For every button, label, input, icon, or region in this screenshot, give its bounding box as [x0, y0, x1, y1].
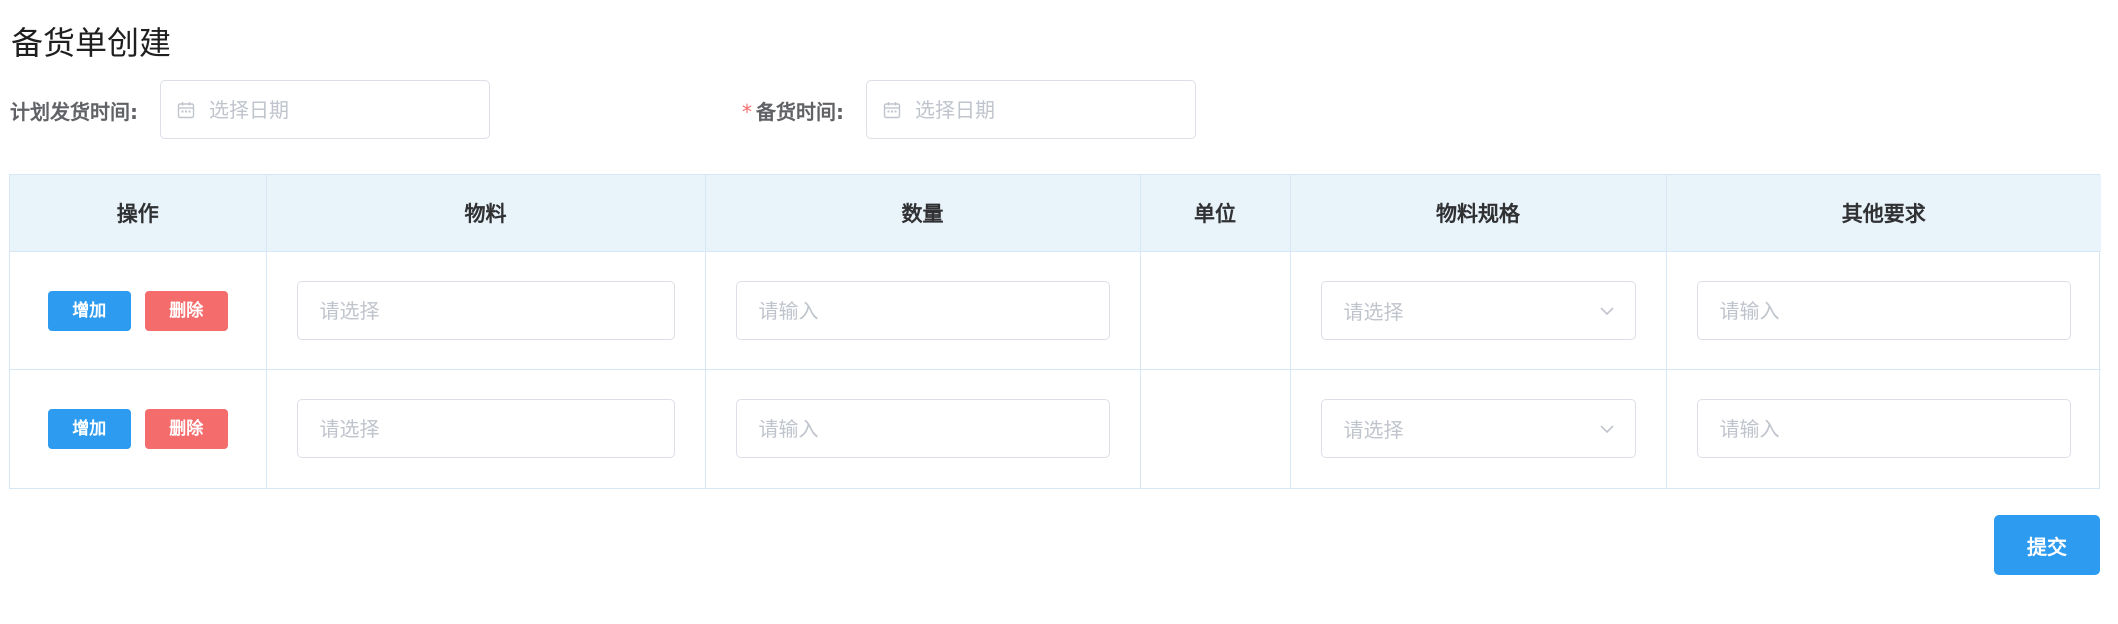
stock-date-input[interactable] [913, 96, 1177, 123]
material-cell [266, 369, 706, 488]
column-header-material: 物料 [266, 175, 706, 252]
operation-cell: 增加 删除 [10, 251, 267, 370]
column-header-operation: 操作 [10, 175, 267, 252]
submit-button[interactable]: 提交 [1994, 515, 2100, 575]
quantity-cell [705, 369, 1141, 488]
spec-cell: 请选择 [1290, 369, 1667, 488]
add-row-button[interactable]: 增加 [47, 408, 131, 449]
spec-select[interactable]: 请选择 [1320, 281, 1636, 340]
column-header-quantity: 数量 [705, 175, 1141, 252]
quantity-cell [705, 251, 1141, 370]
stock-date-label-wrap: * 备货时间: [742, 80, 844, 141]
operation-cell: 增加 删除 [10, 369, 267, 488]
spec-select[interactable]: 请选择 [1320, 399, 1636, 459]
calendar-icon [883, 101, 901, 119]
other-cell [1666, 369, 2101, 488]
add-row-button[interactable]: 增加 [47, 290, 131, 331]
required-mark: * [742, 100, 752, 124]
quantity-input[interactable] [735, 281, 1110, 340]
page-title: 备货单创建 [11, 24, 172, 62]
spec-select-placeholder: 请选择 [1343, 300, 1404, 324]
chevron-down-icon [1599, 421, 1615, 437]
other-requirements-input[interactable] [1696, 399, 2071, 459]
stock-date-label-text: 备货时间: [756, 100, 844, 124]
column-header-unit: 单位 [1140, 175, 1291, 252]
material-select-input[interactable] [296, 399, 675, 459]
plan-date-label: 计划发货时间: [10, 100, 138, 124]
table-row: 增加 删除 请选择 [10, 251, 2101, 370]
material-table: 操作 物料 数量 单位 物料规格 其他要求 增加 删除 请选择 请输入 请选择 … [9, 174, 2101, 489]
spec-select-placeholder: 请选择 [1343, 418, 1404, 443]
material-select-input[interactable] [296, 281, 675, 340]
delete-row-button[interactable]: 删除 [144, 408, 228, 449]
spec-cell: 请选择 [1290, 251, 1667, 370]
other-requirements-input[interactable] [1696, 281, 2071, 340]
plan-date-picker[interactable] [160, 80, 490, 139]
chevron-down-icon [1599, 303, 1615, 319]
unit-cell [1140, 369, 1291, 488]
filter-row: 计划发货时间: *备货时间: [0, 80, 2118, 141]
stock-date-picker[interactable] [866, 80, 1196, 139]
column-header-other: 其他要求 [1666, 175, 2101, 252]
table-header-row: 操作 物料 数量 单位 物料规格 其他要求 [10, 175, 2101, 252]
plan-date-label-wrap: 计划发货时间: [10, 80, 138, 141]
quantity-input[interactable] [735, 399, 1110, 459]
stock-date-label: * 备货时间: [742, 96, 844, 125]
calendar-icon [177, 101, 195, 119]
material-cell [266, 251, 706, 370]
unit-cell [1140, 251, 1291, 370]
table-row: 增加 删除 请选择 [10, 369, 2101, 488]
other-cell [1666, 251, 2101, 370]
column-header-spec: 物料规格 [1290, 175, 1667, 252]
plan-date-input[interactable] [207, 96, 471, 123]
delete-row-button[interactable]: 删除 [144, 290, 228, 331]
